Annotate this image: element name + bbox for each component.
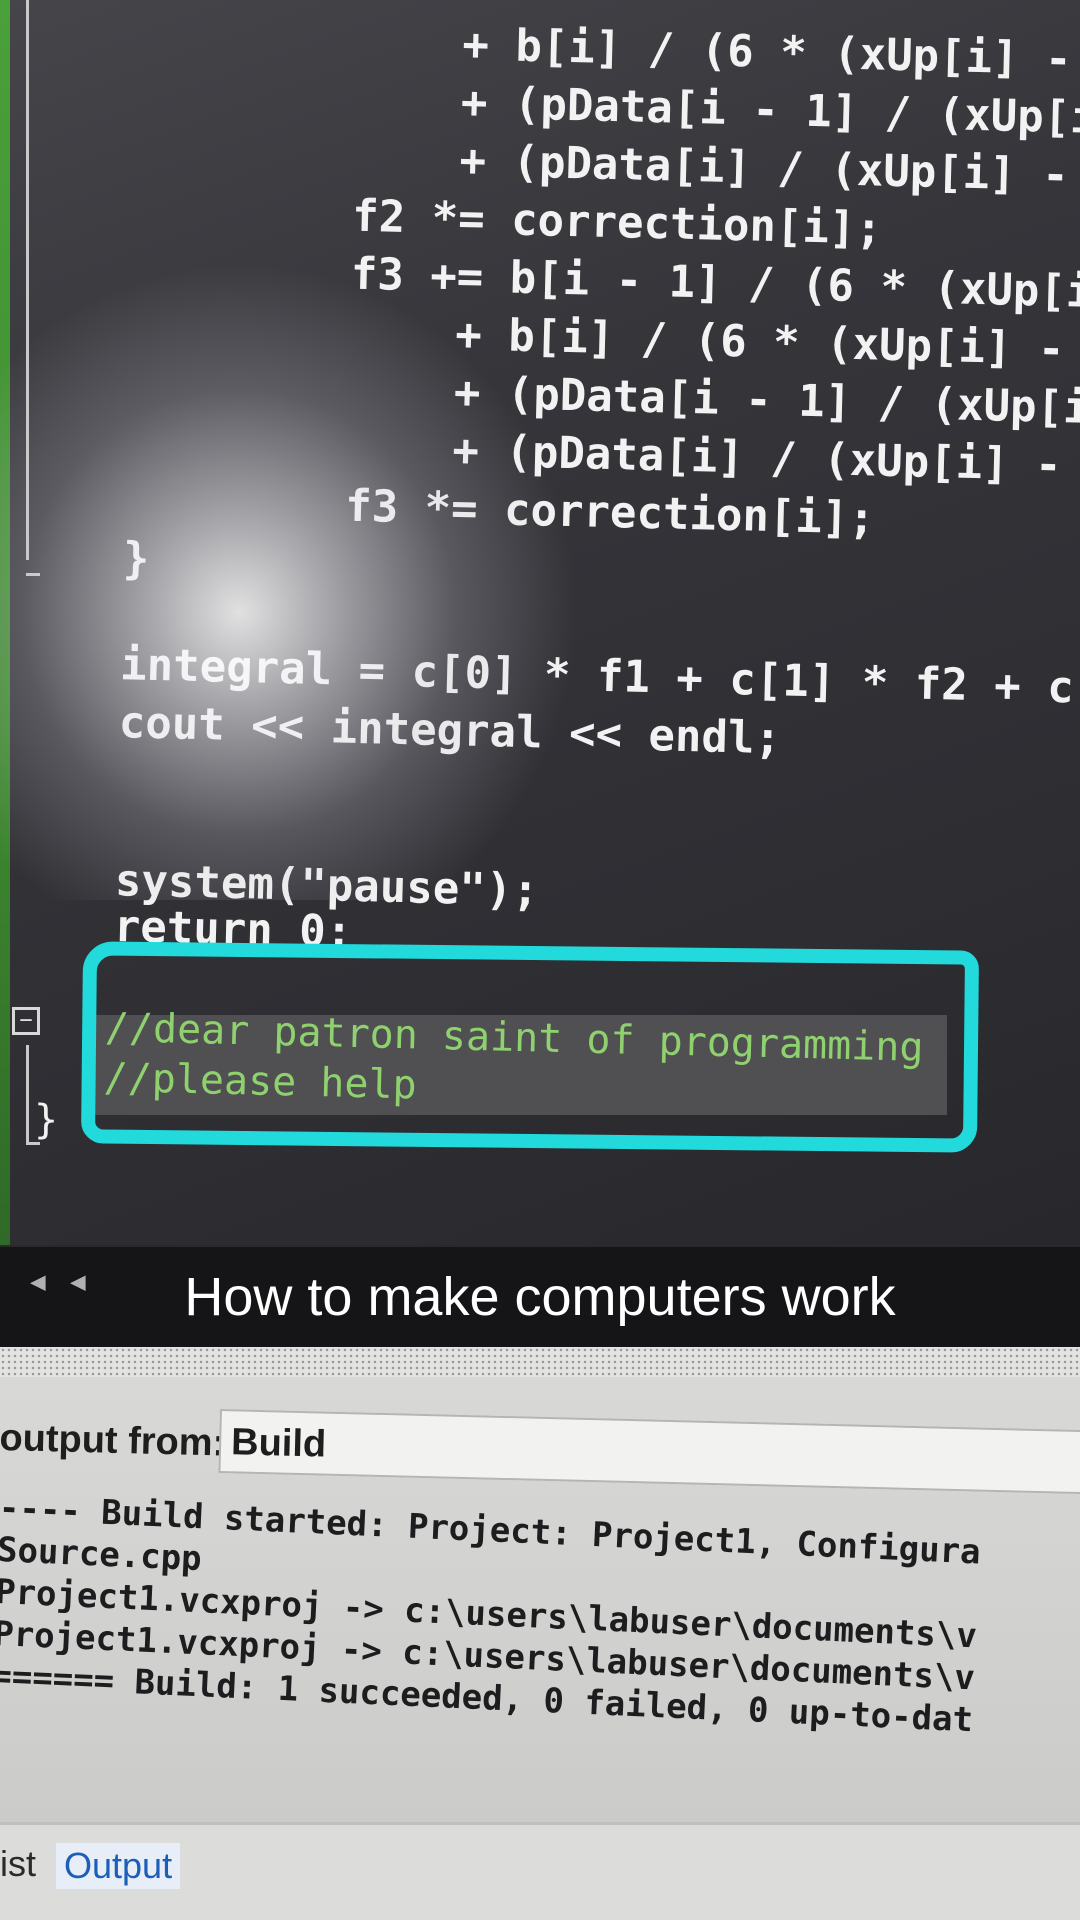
pane-grip[interactable] — [0, 1347, 1080, 1377]
outline-guide — [26, 0, 29, 560]
code-line: f3 *= correction[i]; — [212, 477, 876, 545]
code-lines: + b[i] / (6 * (xUp[i] - xUp[i - + (pData… — [0, 0, 1080, 1108]
output-source-value: Build — [230, 1421, 327, 1466]
tab-output[interactable]: Output — [56, 1843, 181, 1889]
outline-guide-lower — [26, 1045, 29, 1145]
code-line: f2 *= correction[i]; — [219, 187, 883, 255]
cyan-highlight-annotation — [80, 941, 980, 1153]
collapse-toggle-icon[interactable]: − — [12, 1007, 40, 1035]
build-output-log: ---- Build started: Project: Project1, C… — [0, 1487, 1080, 1751]
editor-gutter-marker — [0, 0, 10, 1245]
collapse-glyph: − — [19, 1008, 33, 1033]
bottom-tab-bar: ist Output — [0, 1822, 1080, 1920]
scroll-left-arrow-icon: ◀ — [70, 1267, 86, 1297]
output-source-select[interactable]: Build — [218, 1409, 1080, 1495]
caption-text: How to make computers work — [184, 1267, 896, 1327]
tab-error-list[interactable]: ist — [0, 1843, 36, 1885]
caption-bar: ◀ ◀ How to make computers work — [0, 1247, 1080, 1347]
outline-guide-tick — [26, 573, 40, 576]
closing-brace: } — [34, 1097, 59, 1143]
output-pane: output from: Build ---- Build started: P… — [0, 1347, 1080, 1920]
code-line: cout << integral << endl; — [91, 696, 782, 765]
output-from-label: output from: — [0, 1417, 226, 1465]
scroll-left-arrow-icon: ◀ — [30, 1267, 46, 1297]
code-line: } — [95, 532, 150, 585]
code-editor[interactable]: − + b[i] / (6 * (xUp[i] - xUp[i - + (pDa… — [0, 0, 1080, 1245]
